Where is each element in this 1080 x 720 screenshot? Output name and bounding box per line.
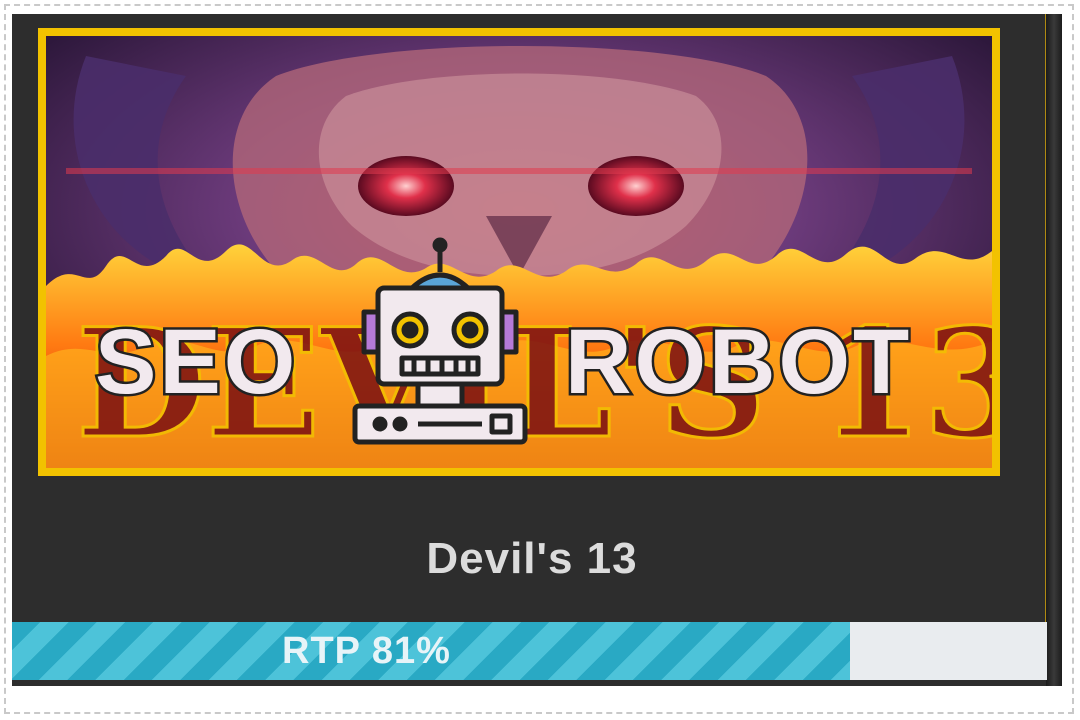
card-side-shadow [1046,14,1062,686]
game-card[interactable]: DEVIL'S 13 Devil's 13 RTP 81% [12,14,1062,686]
svg-text:DEVIL'S 13: DEVIL'S 13 [76,296,992,468]
game-title[interactable]: Devil's 13 [12,534,1052,584]
devil-skull-flames-art: DEVIL'S 13 [46,36,992,468]
rtp-label: RTP 81% [282,630,451,672]
game-thumbnail[interactable]: DEVIL'S 13 [38,28,1000,476]
rtp-progress-bar: RTP 81% [12,622,1047,680]
